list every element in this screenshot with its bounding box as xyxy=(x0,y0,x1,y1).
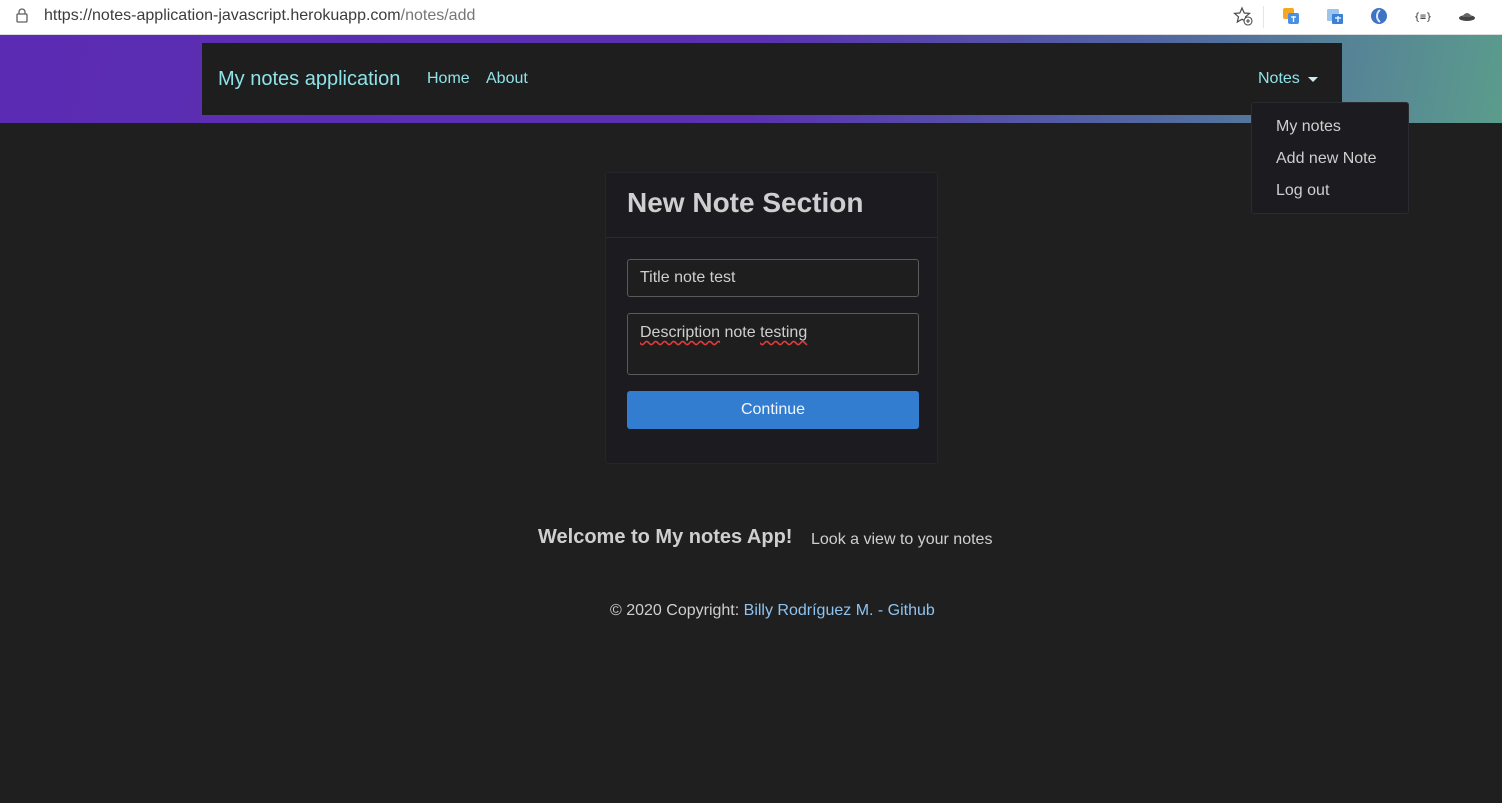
description-word: note xyxy=(724,324,756,341)
author-github-link[interactable]: Billy Rodríguez M. - Github xyxy=(744,602,935,619)
caret-down-icon xyxy=(1308,77,1318,82)
note-title-input[interactable]: Title note test xyxy=(627,259,919,297)
description-word: testing xyxy=(760,324,808,341)
new-note-card: New Note Section Title note test Descrip… xyxy=(605,172,938,464)
url-field[interactable]: https://notes-application-javascript.her… xyxy=(44,7,475,25)
card-title: New Note Section xyxy=(627,187,864,218)
dropdown-item-add-note[interactable]: Add new Note xyxy=(1276,150,1377,168)
ufo-icon[interactable] xyxy=(1457,6,1477,26)
vpn-icon[interactable] xyxy=(1369,6,1389,26)
lock-icon xyxy=(16,8,28,23)
json-formatter-icon[interactable]: {≡} xyxy=(1413,6,1433,26)
svg-text:{≡}: {≡} xyxy=(1414,12,1432,23)
add-favorite-icon[interactable] xyxy=(1233,6,1253,26)
translate-icon[interactable] xyxy=(1281,6,1301,26)
footer-copyright: © 2020 Copyright: Billy Rodríguez M. - G… xyxy=(610,602,935,620)
description-word: Description xyxy=(640,324,721,341)
image-translate-icon[interactable] xyxy=(1325,6,1345,26)
notes-dropdown-toggle[interactable]: Notes xyxy=(1258,70,1300,88)
dropdown-item-log-out[interactable]: Log out xyxy=(1276,182,1329,200)
footer-tagline: Look a view to your notes xyxy=(811,531,993,548)
url-host: https://notes-application-javascript.her… xyxy=(44,7,401,24)
notes-dropdown-menu: My notes Add new Note Log out xyxy=(1251,102,1409,214)
navbar-brand[interactable]: My notes application xyxy=(218,68,400,91)
nav-link-about[interactable]: About xyxy=(486,70,528,88)
url-path: /notes/add xyxy=(400,7,476,24)
copyright-text: © 2020 Copyright: xyxy=(610,602,744,619)
nav-link-home[interactable]: Home xyxy=(427,70,470,88)
toolbar-separator xyxy=(1263,6,1264,28)
card-header: New Note Section xyxy=(606,173,937,238)
continue-button[interactable]: Continue xyxy=(627,391,919,429)
browser-address-bar: https://notes-application-javascript.her… xyxy=(0,0,1502,35)
footer-welcome-heading: Welcome to My notes App! xyxy=(538,526,793,548)
note-description-textarea[interactable]: Description note testing xyxy=(627,313,919,375)
dropdown-item-my-notes[interactable]: My notes xyxy=(1276,118,1341,136)
